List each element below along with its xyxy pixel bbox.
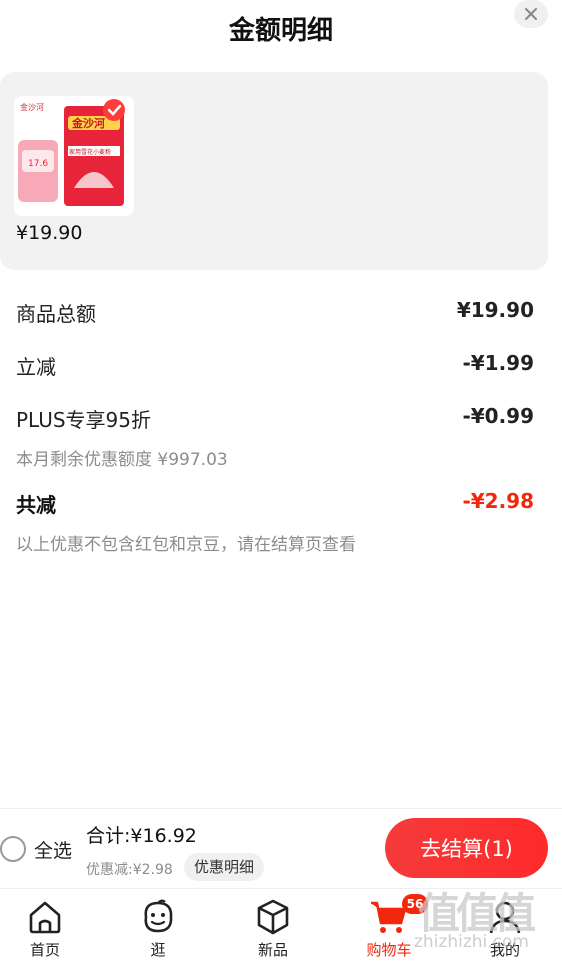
row-label: PLUS专享95折 [16, 408, 151, 432]
page-title: 金额明细 [228, 16, 333, 46]
row-label: 共减 [16, 493, 56, 517]
site-watermark: 值值值 zhizhizhi.com [408, 880, 558, 961]
close-button[interactable] [514, 0, 548, 28]
tab-browse[interactable]: 逛 [113, 897, 203, 959]
checkout-bar: 全选 合计:¥16.92 优惠减:¥2.98 优惠明细 去结算(1) [0, 808, 562, 888]
tab-label: 逛 [150, 941, 166, 959]
tab-home[interactable]: 首页 [0, 897, 90, 959]
select-all-checkbox[interactable] [0, 836, 26, 862]
summary-row-instant-discount: 立减 -¥1.99 [16, 351, 534, 385]
summary-row-total-discount: 共减 -¥2.98 [16, 489, 534, 523]
tab-label: 新品 [257, 941, 288, 959]
flour-bag-image: 金沙河 17.6 金沙河 家用雪花小麦粉 [14, 96, 134, 216]
row-label: 立减 [16, 355, 56, 379]
product-card: 金沙河 17.6 金沙河 家用雪花小麦粉 ¥19.90 [0, 72, 548, 270]
checkout-button[interactable]: 去结算(1) [385, 818, 548, 878]
product-price: ¥19.90 [16, 222, 83, 244]
cube-icon [257, 899, 289, 935]
tab-label: 首页 [29, 941, 60, 959]
discount-disclaimer: 以上优惠不包含红包和京豆，请在结算页查看 [16, 535, 356, 555]
package-text: 家用雪花小麦粉 [69, 148, 111, 156]
browse-face-icon [144, 899, 173, 933]
row-value: -¥1.99 [462, 351, 534, 375]
discount-detail-button[interactable]: 优惠明细 [184, 853, 265, 881]
home-icon [29, 901, 61, 934]
row-label: 商品总额 [16, 302, 96, 326]
discount-amount: 优惠减:¥2.98 [86, 862, 173, 878]
row-value: ¥19.90 [456, 298, 534, 322]
promo-price-text: 17.6 [28, 159, 48, 169]
svg-text:金沙河: 金沙河 [71, 116, 105, 130]
plus-remaining-quota: 本月剩余优惠额度 ¥997.03 [16, 450, 228, 470]
row-value: -¥0.99 [462, 404, 534, 428]
summary-row-plus-discount: PLUS专享95折 -¥0.99 [16, 404, 534, 438]
summary-row-total-amount: 商品总额 ¥19.90 [16, 298, 534, 332]
total-sum: 合计:¥16.92 [86, 825, 197, 847]
product-image[interactable]: 金沙河 17.6 金沙河 家用雪花小麦粉 [14, 96, 134, 216]
select-all-label[interactable]: 全选 [34, 836, 72, 863]
tab-new[interactable]: 新品 [228, 897, 318, 959]
row-value: -¥2.98 [462, 489, 534, 513]
watermark-site: zhizhizhi.com [414, 932, 529, 952]
brand-text: 金沙河 [20, 102, 44, 112]
close-icon [525, 8, 537, 20]
header: 金额明细 [0, 0, 562, 58]
